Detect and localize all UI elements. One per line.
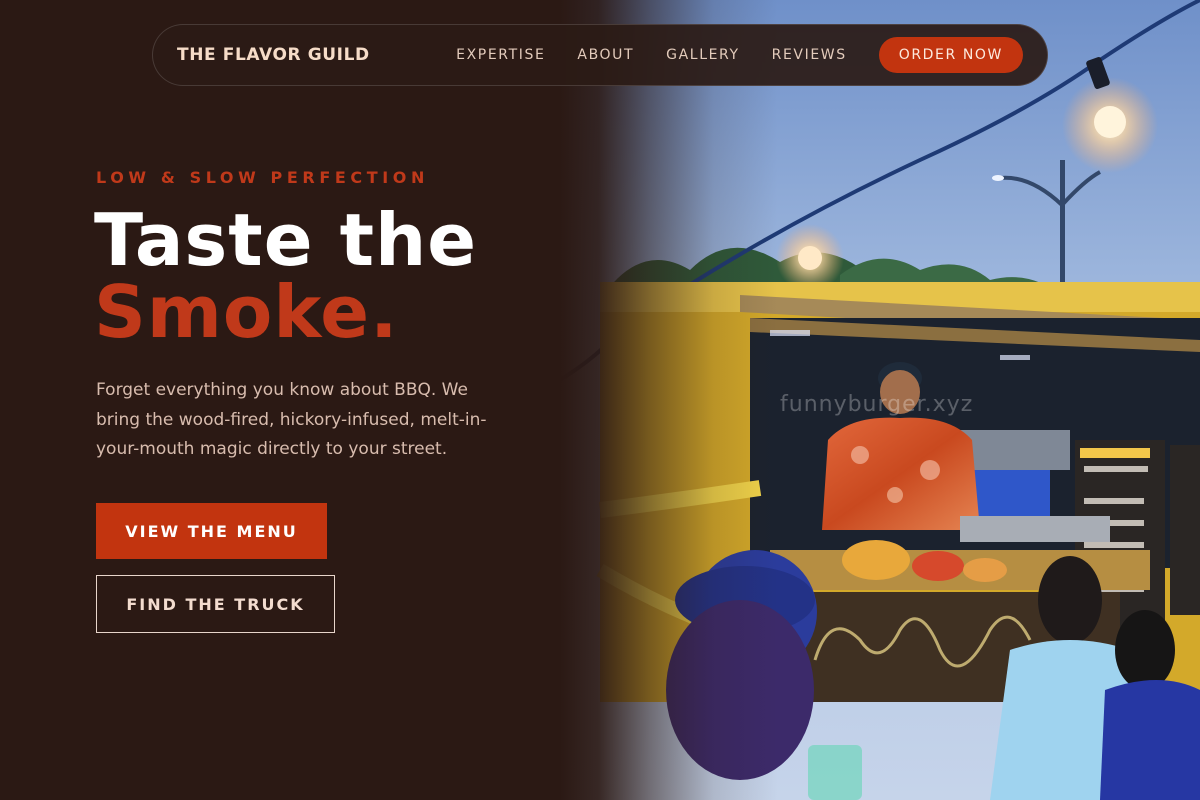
hero-description: Forget everything you know about BBQ. We…: [96, 380, 487, 459]
find-truck-button[interactable]: FIND THE TRUCK: [96, 575, 335, 633]
nav-link-reviews[interactable]: REVIEWS: [772, 47, 847, 63]
hero-image: funnyburger.xyz: [560, 0, 1200, 800]
headline-line-2: Smoke.: [94, 270, 399, 354]
nav-link-gallery[interactable]: GALLERY: [666, 47, 739, 63]
nav-link-about[interactable]: ABOUT: [577, 47, 634, 63]
headline-line-1: Taste the: [94, 198, 478, 282]
image-watermark: funnyburger.xyz: [780, 392, 974, 417]
brand-logo[interactable]: THE FLAVOR GUILD: [177, 45, 456, 65]
view-menu-button[interactable]: VIEW THE MENU: [96, 503, 327, 559]
top-nav: THE FLAVOR GUILD EXPERTISE ABOUT GALLERY…: [152, 24, 1048, 86]
nav-link-expertise[interactable]: EXPERTISE: [456, 47, 545, 63]
nav-links: EXPERTISE ABOUT GALLERY REVIEWS ORDER NO…: [456, 37, 1023, 73]
order-now-button[interactable]: ORDER NOW: [878, 37, 1023, 73]
hero-eyebrow: LOW & SLOW PERFECTION: [96, 168, 429, 187]
hero-headline: Taste the Smoke.: [94, 204, 477, 348]
